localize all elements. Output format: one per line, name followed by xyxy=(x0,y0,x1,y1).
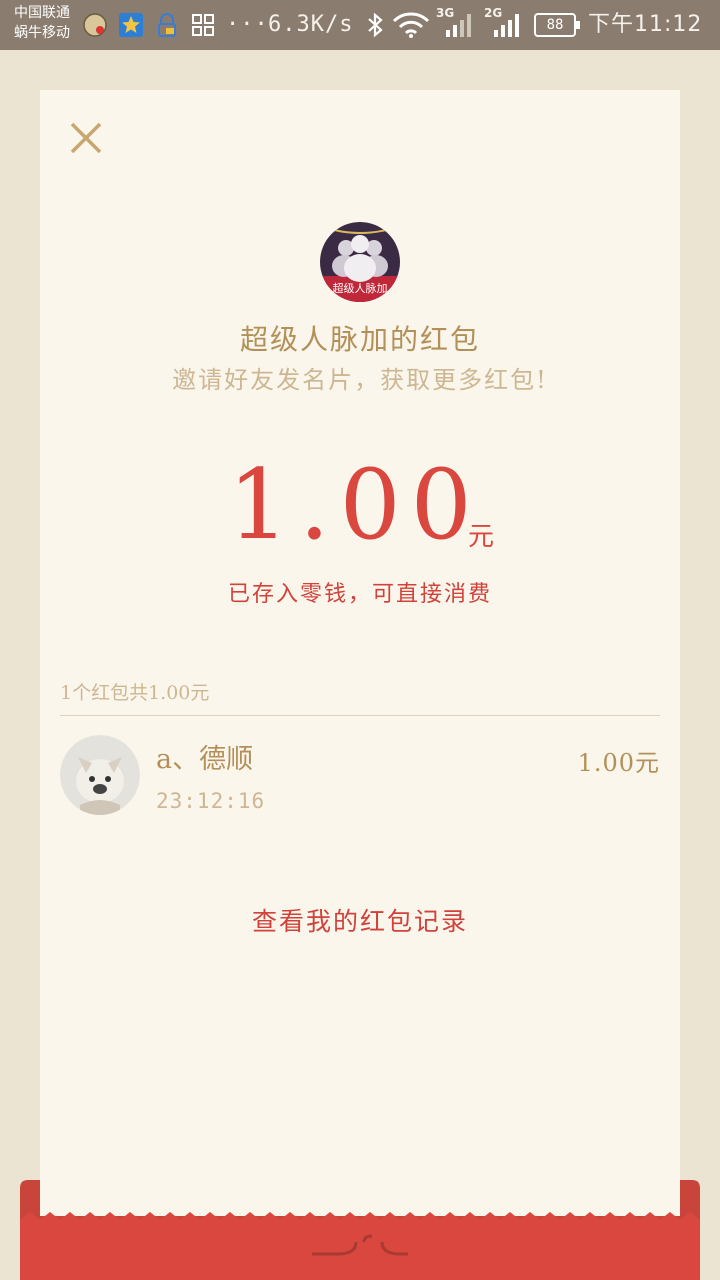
received-amount: 1.00元 xyxy=(577,749,660,777)
carrier-2: 蜗牛移动 xyxy=(14,25,70,41)
signal-strength-1-icon xyxy=(446,14,471,37)
status-bar: 中国联通 蜗牛移动 ··· 6.3K/s 3G 2G 88 下午11:12 xyxy=(0,0,720,50)
packet-summary: 1个红包共1.00元 xyxy=(60,682,210,704)
grid-icon xyxy=(192,14,214,36)
signal-strength-2-icon xyxy=(494,14,519,37)
divider xyxy=(60,715,660,716)
view-history-link[interactable]: 查看我的红包记录 xyxy=(40,902,680,938)
app-notification-icon xyxy=(83,13,107,37)
network-speed: 6.3K/s xyxy=(268,12,354,37)
lock-app-icon xyxy=(158,13,176,37)
carrier-labels: 中国联通 蜗牛移动 xyxy=(14,3,70,43)
close-icon[interactable] xyxy=(66,118,106,158)
red-packet-detail-card: 超级人脉加 超级人脉加的红包 邀请好友发名片，获取更多红包! 1.00 元 已存… xyxy=(40,90,680,1230)
sender-title: 超级人脉加的红包 xyxy=(239,323,480,356)
stored-note: 已存入零钱，可直接消费 xyxy=(227,582,492,607)
clock: 下午11:12 xyxy=(588,12,703,37)
battery-icon: 88 xyxy=(534,13,580,37)
envelope-bottom-decoration xyxy=(20,1180,700,1280)
sender-logo: 超级人脉加 xyxy=(320,222,400,302)
received-time: 23:12:16 xyxy=(156,789,266,813)
carrier-1: 中国联通 xyxy=(14,5,70,21)
avatar xyxy=(60,735,140,815)
battery-level: 88 xyxy=(546,17,564,33)
invite-subtitle: 邀请好友发名片，获取更多红包! xyxy=(172,366,548,394)
logo-text: 超级人脉加 xyxy=(333,281,388,295)
more-dots: ··· xyxy=(226,12,269,37)
bluetooth-icon xyxy=(368,12,383,38)
list-item[interactable]: a、德顺 23:12:16 1.00元 xyxy=(60,735,660,817)
star-app-icon xyxy=(119,13,143,37)
amount-value: 1.00 xyxy=(228,449,482,561)
recipient-name: a、德顺 xyxy=(156,744,254,775)
wifi-icon xyxy=(392,12,430,38)
amount-unit: 元 xyxy=(468,522,495,552)
amount-display: 1.00 元 xyxy=(40,450,680,560)
